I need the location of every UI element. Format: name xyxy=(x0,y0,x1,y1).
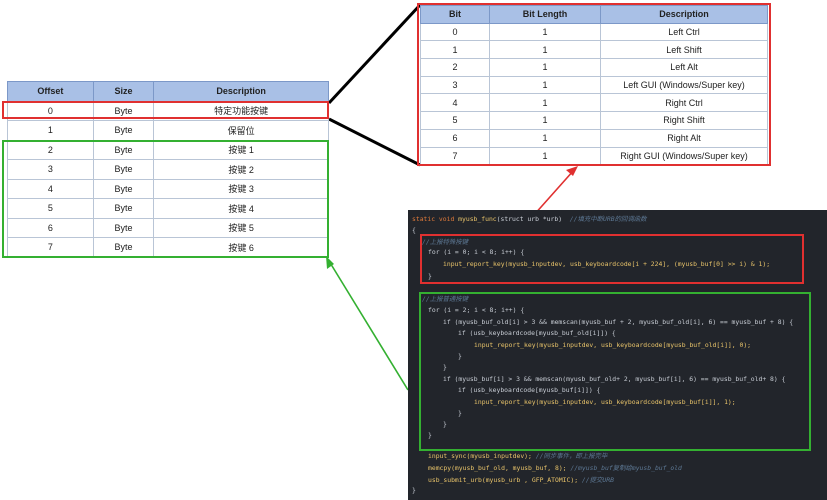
table-cell: 保留位 xyxy=(153,120,329,141)
code-line-submit: usb_submit_urb(myusb_urb , GFP_ATOMIC); … xyxy=(428,475,614,484)
special-key-code-highlight xyxy=(420,234,804,284)
special-key-row-highlight xyxy=(2,101,329,119)
code-comment: //同步事件，即上报完毕 xyxy=(531,452,608,460)
code-function-name: myusb_func xyxy=(458,215,497,223)
table-row: 1 Byte 保留位 xyxy=(7,120,329,141)
code-line: { xyxy=(412,226,416,234)
code-keyword: static void xyxy=(412,215,459,223)
red-arrowhead xyxy=(566,166,578,176)
code-line-signature: static void myusb_func(struct urb *urb) … xyxy=(412,214,647,223)
connector-top xyxy=(327,3,422,105)
code-line: } xyxy=(412,486,416,494)
column-header-offset: Offset xyxy=(7,81,94,102)
normal-keys-highlight xyxy=(2,140,329,258)
column-header-description: Description xyxy=(153,81,329,102)
code-comment: //myusb_buf复制给myusb_buf_old xyxy=(566,464,682,472)
column-header-size: Size xyxy=(92,81,155,102)
table-header-row: Offset Size Description xyxy=(7,81,329,102)
code-args: (struct urb *urb) xyxy=(496,215,570,223)
connector-bottom xyxy=(328,117,421,167)
code-call: memcpy(myusb_buf_old, myusb_buf, 8); xyxy=(428,464,567,472)
code-call: usb_submit_urb(myusb_urb , GFP_ATOMIC); xyxy=(428,476,579,484)
code-comment: //提交URB xyxy=(578,476,614,484)
normal-key-code-highlight xyxy=(419,292,811,451)
green-arrow-line xyxy=(328,260,409,391)
code-line-memcpy: memcpy(myusb_buf_old, myusb_buf, 8); //m… xyxy=(428,463,682,472)
code-line-sync: input_sync(myusb_inputdev); //同步事件，即上报完毕 xyxy=(428,451,607,460)
table-cell: 1 xyxy=(7,120,94,141)
code-panel: static void myusb_func(struct urb *urb) … xyxy=(408,210,827,500)
code-call: input_sync(myusb_inputdev); xyxy=(428,452,532,460)
code-comment: //填充中断URB的回调函数 xyxy=(569,215,647,223)
table-cell: Byte xyxy=(92,120,155,141)
modifier-table-highlight xyxy=(417,3,771,166)
